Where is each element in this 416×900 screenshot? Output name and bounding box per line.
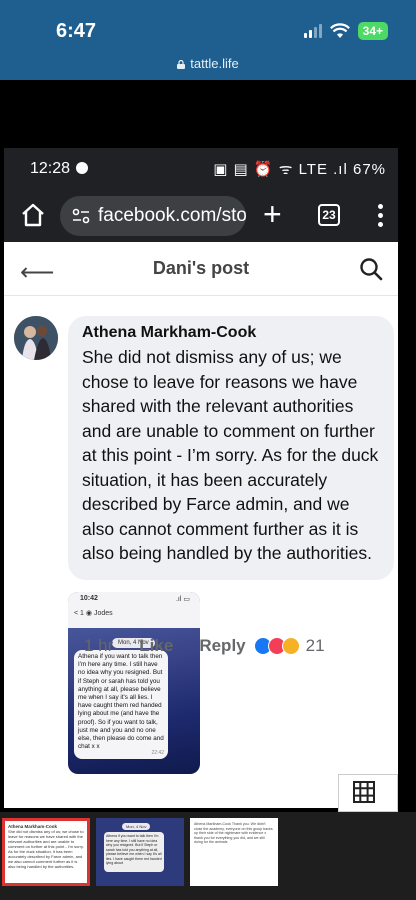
comment-text: She did not dismiss any of us; we chose … [82, 347, 379, 563]
message-stamp: 22:42 [151, 750, 164, 757]
page-title: Dani's post [152, 258, 250, 278]
lock-icon [177, 60, 186, 69]
post-header: ⟵ Dani's post [4, 242, 398, 296]
message-contact: < 1 ◉ Jodes [74, 610, 113, 617]
site-settings-icon[interactable] [72, 208, 90, 224]
comment-bubble[interactable]: Athena Markham-Cook She did not dismiss … [68, 316, 394, 580]
reaction-icons[interactable] [253, 637, 300, 655]
address-text: facebook.com/sto [98, 205, 246, 226]
new-tab-icon[interactable]: + [263, 196, 282, 232]
search-icon[interactable] [358, 256, 384, 282]
chrome-toolbar: facebook.com/sto + 23 [4, 190, 398, 242]
care-reaction-icon [281, 637, 300, 655]
cell-signal-icon [303, 24, 322, 38]
ios-status-bar: 6:47 34+ tattle.life [0, 0, 416, 80]
home-icon[interactable] [20, 202, 46, 228]
safari-url-text: tattle.life [190, 56, 239, 71]
more-menu-icon[interactable] [378, 204, 384, 231]
grid-view-button[interactable] [338, 774, 398, 812]
message-app-time: 10:42 [80, 595, 98, 602]
profile-photo [14, 316, 58, 360]
strip-thumbnail-1[interactable]: Athena Markham-Cook She did not dismiss … [2, 818, 90, 886]
message-app-signal-icon: .ıl ▭ [175, 596, 190, 603]
message-bubble: Athena if you want to talk then I'm here… [74, 650, 168, 760]
dnd-icon [76, 162, 89, 174]
embedded-screenshot: 12:28 ▣ ▤ ⏰ ᯤ LTE .ıl 67% facebook.com/s… [4, 148, 398, 808]
strip-thumbnail-1-content: Athena Markham-Cook She did not dismiss … [8, 824, 84, 869]
attached-image[interactable]: 10:42 .ıl ▭ < 1 ◉ Jodes Mon, 4 Nov Athen… [68, 592, 200, 774]
ios-clock: 6:47 [56, 20, 97, 42]
reaction-count: 21 [305, 636, 325, 655]
wifi-icon [329, 23, 350, 38]
battery-badge: 34+ [357, 22, 388, 40]
strip-thumbnail-2[interactable]: Mon, 4 Nov Athena if you want to talk th… [96, 818, 184, 886]
ios-status-icons: 34+ [303, 22, 388, 40]
message-app-header: 10:42 .ıl ▭ < 1 ◉ Jodes [68, 592, 200, 628]
comment: Athena Markham-Cook She did not dismiss … [4, 296, 398, 774]
android-clock: 12:28 [30, 160, 89, 178]
android-status-bar: 12:28 ▣ ▤ ⏰ ᯤ LTE .ıl 67% [4, 148, 398, 190]
comment-actions: 1 hr Like Reply 21 [84, 636, 325, 656]
attachment-strip: Athena Markham-Cook She did not dismiss … [0, 812, 416, 900]
tab-switcher-button[interactable]: 23 [318, 204, 340, 226]
avatar[interactable] [14, 316, 58, 360]
strip-thumbnail-2-date: Mon, 4 Nov [122, 823, 151, 830]
strip-thumbnail-3-content: Athena Markham-Cook Thank you. We didn't… [194, 822, 273, 845]
strip-thumbnail-3[interactable]: Athena Markham-Cook Thank you. We didn't… [190, 818, 278, 886]
android-status-icons: ▣ ▤ ⏰ ᯤ LTE .ıl 67% [213, 161, 386, 178]
comment-author[interactable]: Athena Markham-Cook [82, 324, 382, 342]
comment-age: 1 hr [84, 636, 114, 655]
grid-lines [353, 781, 375, 803]
address-bar[interactable]: facebook.com/sto [60, 196, 246, 236]
strip-thumbnail-2-message: Athena if you want to talk then I'm here… [104, 832, 164, 872]
safari-url[interactable]: tattle.life [0, 56, 416, 71]
reply-button[interactable]: Reply [199, 636, 245, 656]
like-button[interactable]: Like [139, 636, 173, 656]
